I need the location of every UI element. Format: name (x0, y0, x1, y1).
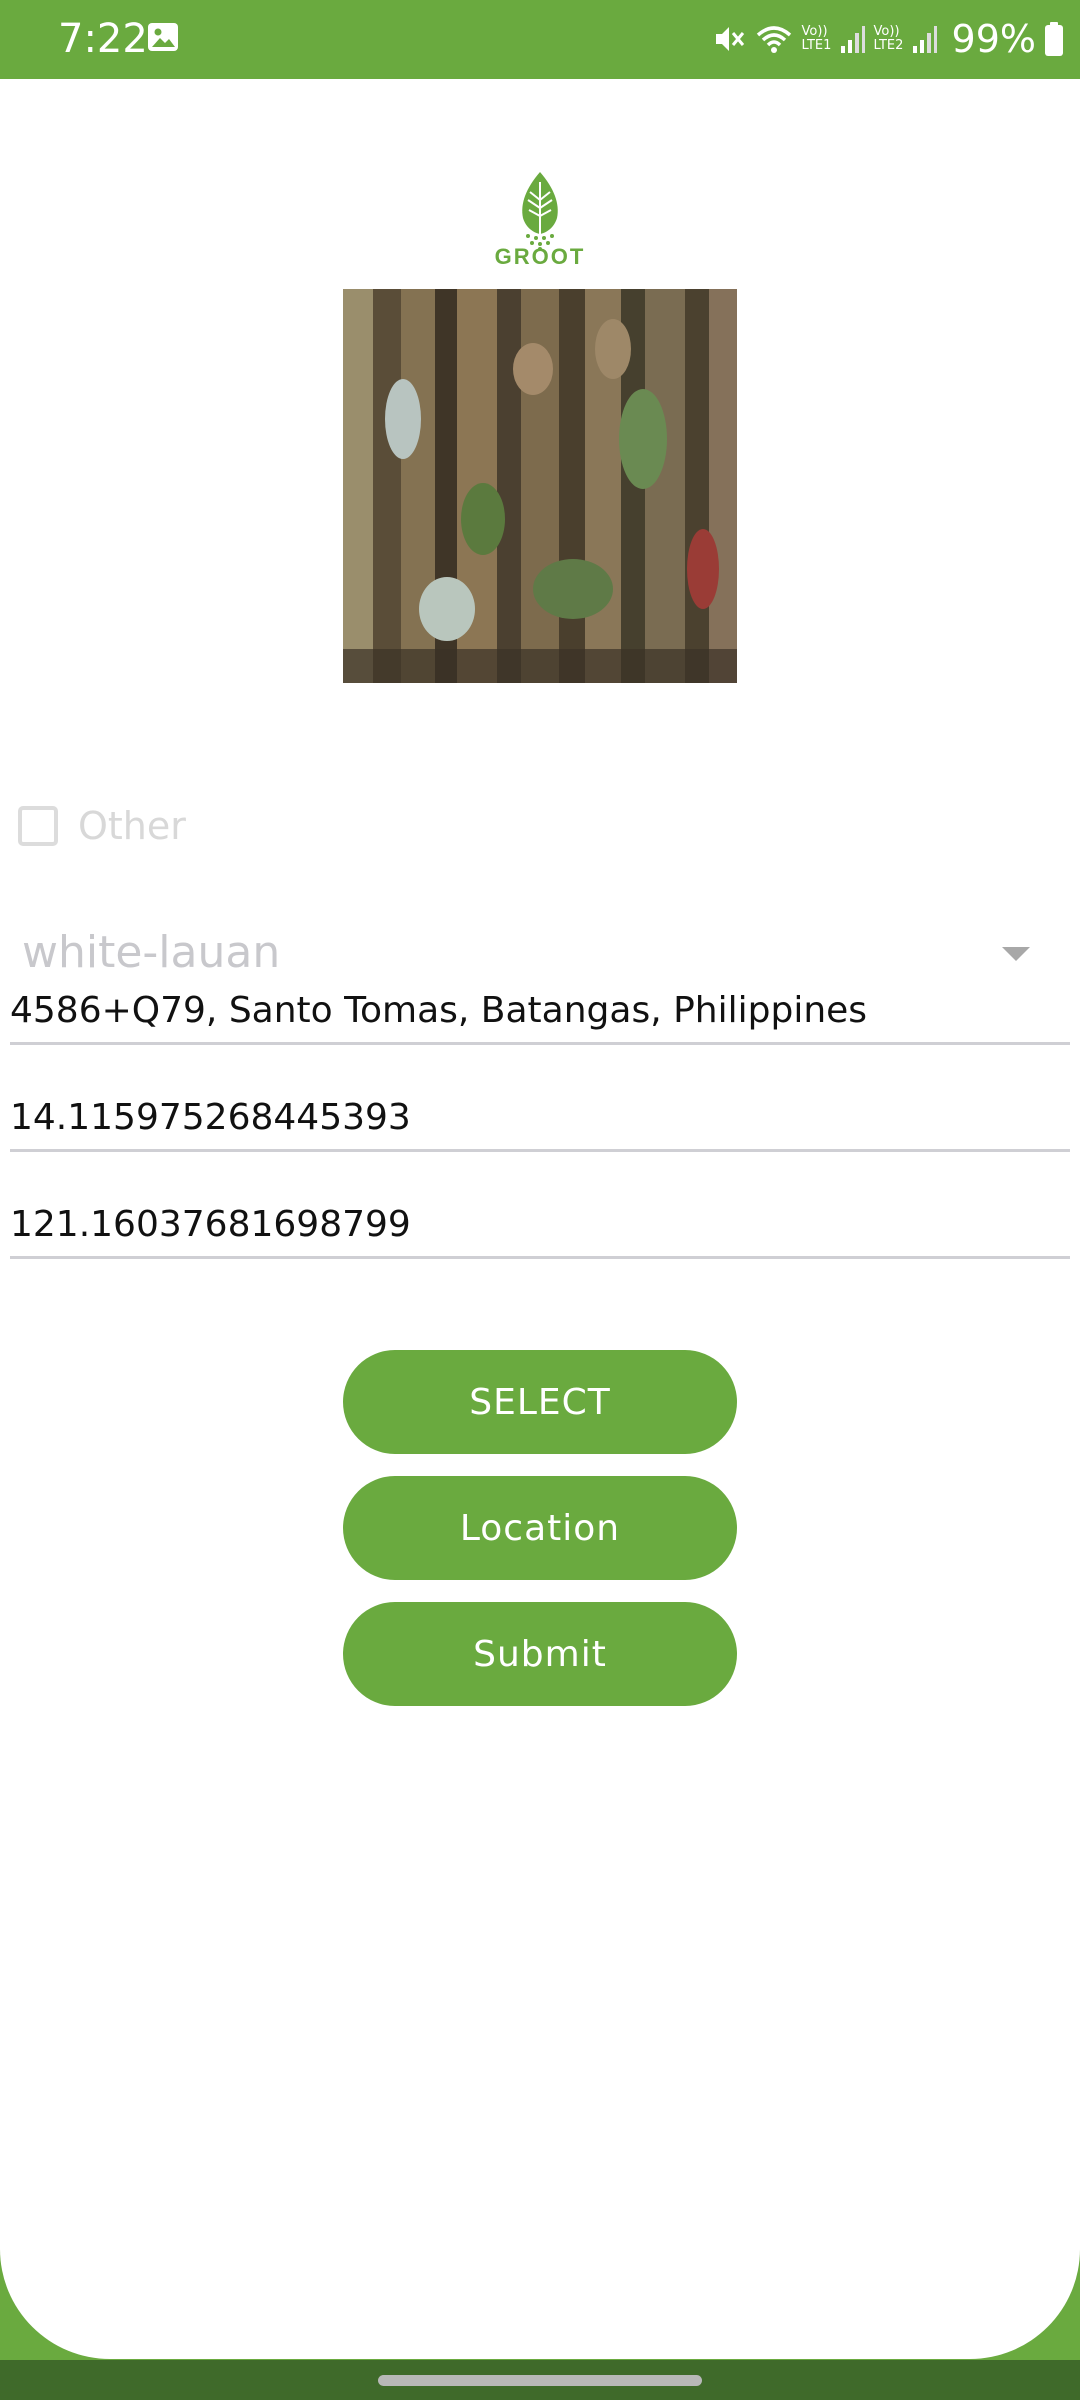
dropdown-arrow-icon (1002, 947, 1030, 961)
signal-icon (912, 24, 938, 54)
status-time: 7:22 (58, 16, 148, 62)
location-button[interactable]: Location (343, 1476, 737, 1580)
home-gesture-handle[interactable] (378, 2375, 702, 2386)
status-bar: 7:22 Vo)) LTE1 Vo)) LTE2 99% (0, 0, 1080, 79)
select-button[interactable]: SELECT (343, 1350, 737, 1454)
other-checkbox-row[interactable]: Other (18, 802, 186, 850)
gallery-icon (146, 20, 180, 54)
mute-icon (710, 21, 746, 57)
signal-icon (840, 24, 866, 54)
other-checkbox[interactable] (18, 806, 58, 846)
battery-percent: 99% (951, 17, 1036, 61)
species-selected-value: white-lauan (22, 927, 281, 978)
latitude-value: 14.115975268445393 (10, 1097, 411, 1138)
logo-text: GROOT (494, 244, 586, 269)
latitude-field[interactable]: 14.115975268445393 (10, 1085, 1070, 1152)
navigation-bar (0, 2360, 1080, 2400)
wifi-icon (754, 21, 794, 57)
status-indicators: Vo)) LTE1 Vo)) LTE2 99% (710, 10, 1064, 68)
longitude-field[interactable]: 121.16037681698799 (10, 1192, 1070, 1259)
longitude-value: 121.16037681698799 (10, 1204, 411, 1245)
battery-icon (1044, 21, 1064, 57)
address-value: 4586+Q79, Santo Tomas, Batangas, Philipp… (10, 990, 868, 1031)
other-checkbox-label: Other (78, 804, 186, 848)
address-field[interactable]: 4586+Q79, Santo Tomas, Batangas, Philipp… (10, 978, 1070, 1045)
tree-bark-photo (343, 289, 737, 683)
submit-button[interactable]: Submit (343, 1602, 737, 1706)
network-2-label: Vo)) LTE2 (873, 24, 904, 53)
main-card: GROOT Other white-lauan 4586+Q79, Santo … (0, 79, 1080, 2359)
network-1-label: Vo)) LTE1 (801, 24, 832, 53)
